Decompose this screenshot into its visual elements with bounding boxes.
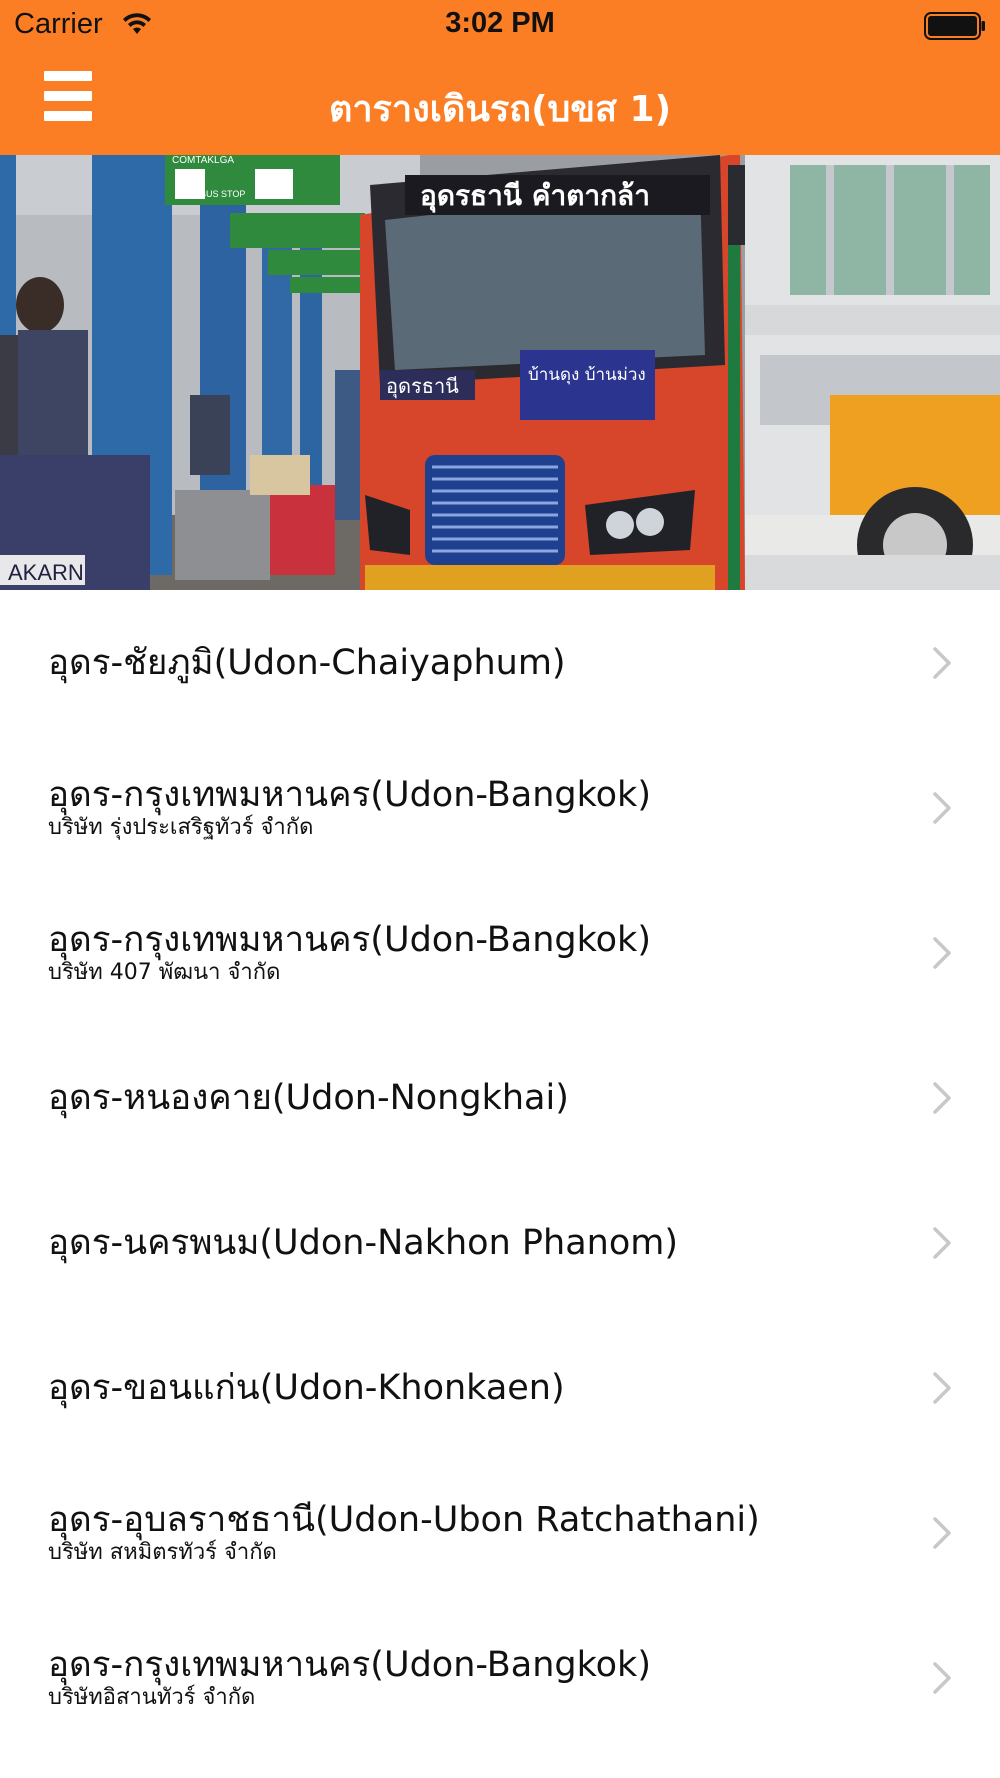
- header: Carrier 3:02 PM ตารางเดินรถ(บขส 1): [0, 0, 1000, 155]
- route-name: อุดร-ชัยภูมิ(Udon-Chaiyaphum): [48, 642, 566, 683]
- route-item-udon-khonkaen[interactable]: อุดร-ขอนแก่น(Udon-Khonkaen): [0, 1315, 1000, 1460]
- page-title: ตารางเดินรถ(บขส 1): [328, 89, 672, 130]
- route-company: บริษัท รุ่งประเสริฐทัวร์ จำกัด: [48, 814, 314, 840]
- route-text: อุดร-กรุงเทพมหานคร(Udon-Bangkok) บริษัทอ…: [48, 1644, 908, 1712]
- route-name: อุดร-กรุงเทพมหานคร(Udon-Bangkok): [48, 919, 651, 960]
- route-name: อุดร-อุบลราชธานี(Udon-Ubon Ratchathani): [48, 1499, 760, 1540]
- chevron-right-icon: [933, 1081, 951, 1114]
- bus-route-sign: บ้านดุง บ้านม่วง: [528, 365, 646, 385]
- chevron-right-icon: [933, 646, 951, 679]
- route-text: อุดร-กรุงเทพมหานคร(Udon-Bangkok) บริษัท …: [48, 774, 908, 842]
- route-item-udon-bangkok-rungprasert[interactable]: อุดร-กรุงเทพมหานคร(Udon-Bangkok) บริษัท …: [0, 735, 1000, 880]
- bus-destination-sign: อุดรธานี คำตากล้า: [420, 179, 650, 213]
- battery-icon: [924, 12, 985, 40]
- route-text: อุดร-หนองคาย(Udon-Nongkhai): [48, 1077, 908, 1119]
- hamburger-menu-icon[interactable]: [44, 71, 92, 121]
- route-item-udon-ubon-ratchathani[interactable]: อุดร-อุบลราชธานี(Udon-Ubon Ratchathani) …: [0, 1460, 1000, 1605]
- route-name: อุดร-ขอนแก่น(Udon-Khonkaen): [48, 1367, 565, 1408]
- route-company: บริษัทอิสานทัวร์ จำกัด: [48, 1684, 256, 1710]
- chevron-right-icon: [933, 1371, 951, 1404]
- bus-side-sign: อุดรธานี: [386, 374, 459, 399]
- clock: 3:02 PM: [445, 7, 555, 39]
- route-item-udon-nongkhai[interactable]: อุดร-หนองคาย(Udon-Nongkhai): [0, 1025, 1000, 1170]
- route-company: บริษัท สหมิตรทัวร์ จำกัด: [48, 1539, 277, 1565]
- chevron-right-icon: [933, 1516, 951, 1549]
- route-item-udon-chaiyaphum[interactable]: อุดร-ชัยภูมิ(Udon-Chaiyaphum): [0, 590, 1000, 735]
- hero-bus-photo: COMTAKLGA BUS STOP AKARN อุดรธานี คำตากล…: [0, 155, 1000, 590]
- route-company: บริษัท 407 พัฒนา จำกัด: [48, 959, 281, 985]
- route-text: อุดร-นครพนม(Udon-Nakhon Phanom): [48, 1222, 908, 1264]
- route-text: อุดร-ขอนแก่น(Udon-Khonkaen): [48, 1367, 908, 1409]
- chevron-right-icon: [933, 791, 951, 824]
- station-sign-text: COMTAKLGA: [172, 155, 234, 166]
- route-name: อุดร-หนองคาย(Udon-Nongkhai): [48, 1077, 569, 1118]
- route-name: อุดร-กรุงเทพมหานคร(Udon-Bangkok): [48, 1644, 651, 1685]
- route-item-udon-bangkok-407[interactable]: อุดร-กรุงเทพมหานคร(Udon-Bangkok) บริษัท …: [0, 880, 1000, 1025]
- chevron-right-icon: [933, 936, 951, 969]
- route-item-udon-nakhon-phanom[interactable]: อุดร-นครพนม(Udon-Nakhon Phanom): [0, 1170, 1000, 1315]
- chevron-right-icon: [933, 1661, 951, 1694]
- route-name: อุดร-นครพนม(Udon-Nakhon Phanom): [48, 1222, 678, 1263]
- route-name: อุดร-กรุงเทพมหานคร(Udon-Bangkok): [48, 774, 651, 815]
- route-item-udon-bangkok-isan[interactable]: อุดร-กรุงเทพมหานคร(Udon-Bangkok) บริษัทอ…: [0, 1605, 1000, 1750]
- status-bar: Carrier 3:02 PM: [0, 0, 1000, 50]
- banner-text: AKARN: [8, 560, 84, 585]
- chevron-right-icon: [933, 1226, 951, 1259]
- route-text: อุดร-กรุงเทพมหานคร(Udon-Bangkok) บริษัท …: [48, 919, 908, 987]
- navigation-bar: ตารางเดินรถ(บขส 1): [0, 50, 1000, 155]
- route-list: อุดร-ชัยภูมิ(Udon-Chaiyaphum) อุดร-กรุงเ…: [0, 590, 1000, 1750]
- route-text: อุดร-อุบลราชธานี(Udon-Ubon Ratchathani) …: [48, 1499, 908, 1567]
- route-text: อุดร-ชัยภูมิ(Udon-Chaiyaphum): [48, 642, 908, 684]
- bus-stop-sign-text: BUS STOP: [200, 189, 245, 199]
